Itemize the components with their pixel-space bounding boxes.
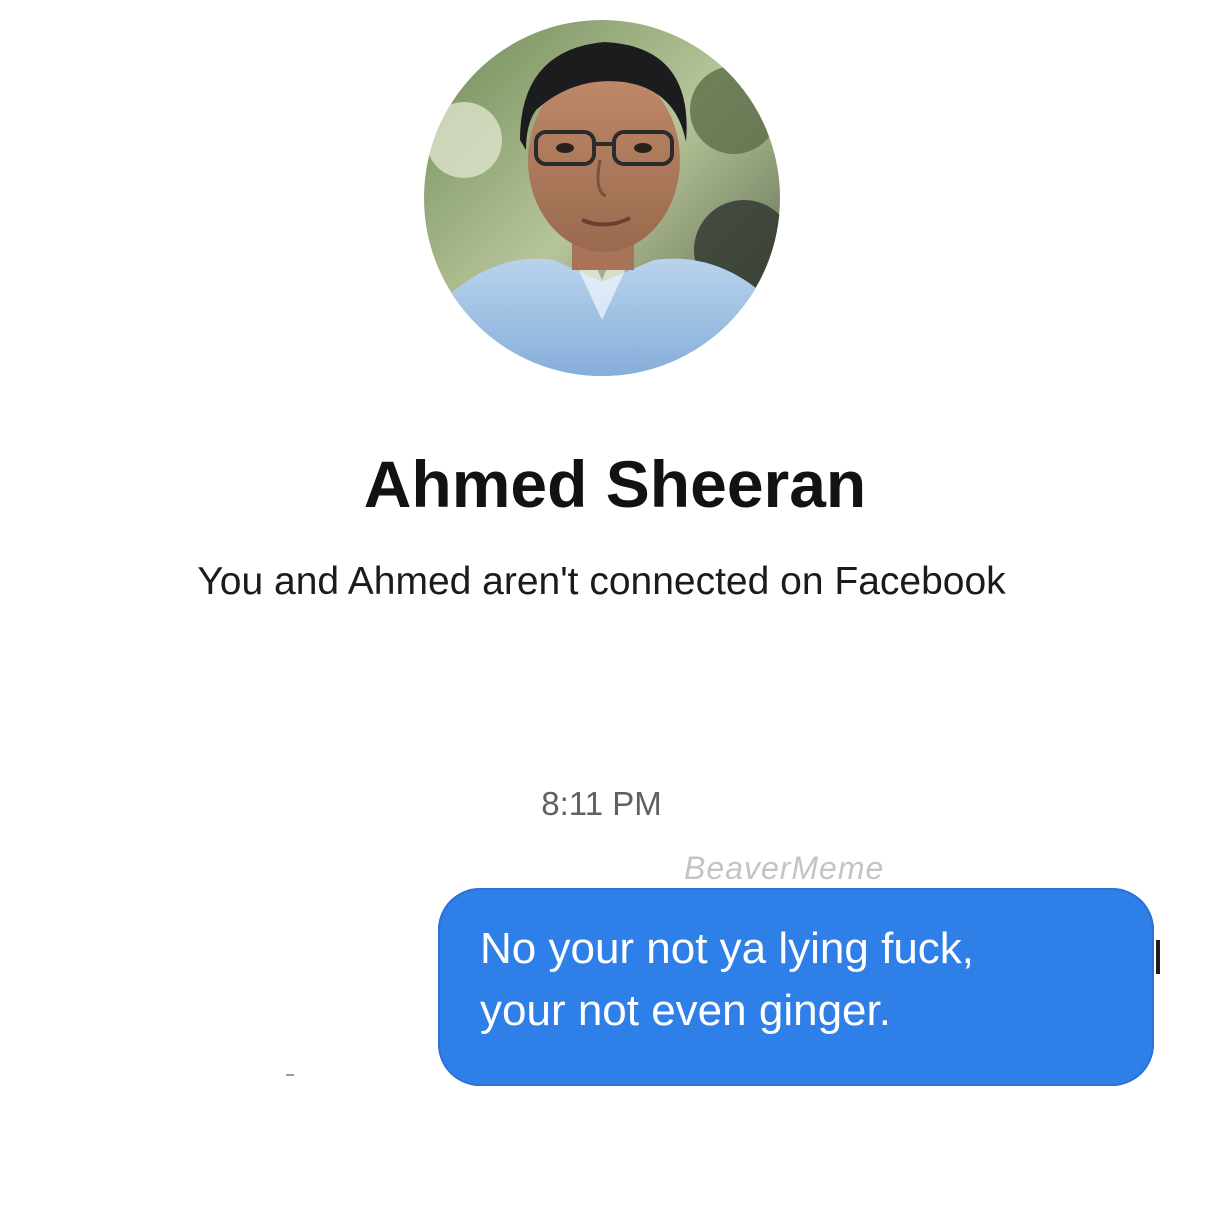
edge-artifact xyxy=(286,1074,294,1076)
connection-notice: You and Ahmed aren't connected on Facebo… xyxy=(197,560,1006,603)
message-line: No your not ya lying fuck, xyxy=(480,924,975,973)
message-timestamp: 8:11 PM xyxy=(541,785,662,822)
contact-name: Ahmed Sheeran xyxy=(363,447,867,521)
edge-artifact xyxy=(1156,940,1160,974)
avatar-photo xyxy=(424,20,780,376)
watermark: BeaverMeme xyxy=(684,850,885,886)
message-line: your not even ginger. xyxy=(480,986,891,1035)
profile-avatar[interactable] xyxy=(424,20,780,376)
outgoing-message-bubble[interactable]: No your not ya lying fuck, your not even… xyxy=(438,888,1154,1086)
